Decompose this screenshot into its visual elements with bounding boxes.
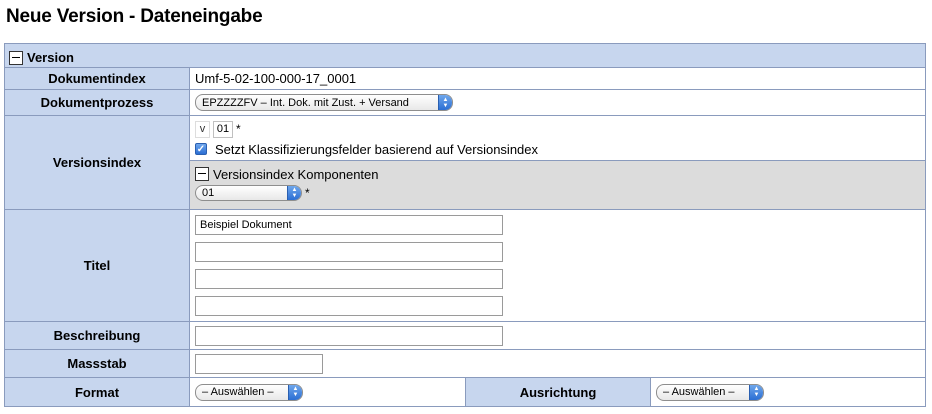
value-format: – Auswählen – ▲ ▼	[190, 378, 465, 406]
row-titel: Titel Beispiel Dokument	[5, 210, 925, 322]
versionsindex-prefix: v	[195, 120, 210, 138]
versionsindex-komponenten-panel: Versionsindex Komponenten 01 ▲ ▼ *	[190, 160, 925, 209]
komponenten-selected: 01	[202, 187, 215, 199]
label-dokumentprozess: Dokumentprozess	[5, 90, 190, 115]
row-massstab: Massstab	[5, 350, 925, 378]
checkbox-klassifizierung[interactable]: ✓	[195, 143, 207, 155]
titel-input-3[interactable]	[195, 268, 503, 289]
massstab-input[interactable]	[195, 353, 323, 374]
section-header-version[interactable]: Version	[5, 44, 925, 68]
beschreibung-input[interactable]	[195, 325, 503, 346]
row-beschreibung: Beschreibung	[5, 322, 925, 350]
format-selected: – Auswählen –	[202, 386, 274, 398]
required-mark: *	[305, 186, 310, 200]
komponenten-title: Versionsindex Komponenten	[213, 166, 379, 182]
label-ausrichtung: Ausrichtung	[465, 378, 651, 406]
format-select[interactable]: – Auswählen – ▲ ▼	[195, 383, 303, 401]
value-versionsindex: v 01 * ✓ Setzt Klassifizierungsfelder ba…	[190, 116, 925, 209]
versionsindex-checkbox-row: ✓ Setzt Klassifizierungsfelder basierend…	[190, 138, 925, 160]
komponenten-header[interactable]: Versionsindex Komponenten	[195, 164, 925, 184]
value-dokumentprozess: EPZZZZFV – Int. Dok. mit Zust. + Versand…	[190, 90, 925, 115]
select-arrows-icon: ▲ ▼	[749, 384, 763, 400]
value-beschreibung	[190, 322, 925, 349]
select-arrows-icon: ▲ ▼	[287, 186, 301, 200]
komponenten-select-row: 01 ▲ ▼ *	[195, 185, 925, 201]
titel-input-4[interactable]	[195, 295, 503, 316]
version-form: Version Dokumentindex Umf-5-02-100-000-1…	[4, 43, 926, 407]
row-dokumentindex: Dokumentindex Umf-5-02-100-000-17_0001	[5, 68, 925, 90]
label-titel: Titel	[5, 210, 190, 321]
dokumentprozess-select[interactable]: EPZZZZFV – Int. Dok. mit Zust. + Versand…	[195, 94, 453, 111]
label-versionsindex: Versionsindex	[5, 116, 190, 209]
label-beschreibung: Beschreibung	[5, 322, 190, 349]
page-title: Neue Version - Dateneingabe	[6, 6, 263, 27]
value-titel: Beispiel Dokument	[190, 210, 925, 321]
checkmark-icon: ✓	[196, 143, 206, 155]
select-arrows-icon: ▲ ▼	[438, 95, 452, 110]
collapse-icon[interactable]	[195, 167, 209, 181]
checkbox-klassifizierung-label: Setzt Klassifizierungsfelder basierend a…	[215, 141, 539, 157]
collapse-icon[interactable]	[9, 51, 23, 65]
komponenten-select[interactable]: 01 ▲ ▼	[195, 185, 302, 201]
select-arrows-icon: ▲ ▼	[288, 384, 302, 400]
label-dokumentindex: Dokumentindex	[5, 68, 190, 89]
titel-input-2[interactable]	[195, 242, 503, 263]
titel-input-1[interactable]: Beispiel Dokument	[195, 215, 503, 236]
dokumentprozess-selected: EPZZZZFV – Int. Dok. mit Zust. + Versand	[202, 96, 409, 109]
label-massstab: Massstab	[5, 350, 190, 377]
row-dokumentprozess: Dokumentprozess EPZZZZFV – Int. Dok. mit…	[5, 90, 925, 116]
row-format-ausrichtung: Format – Auswählen – ▲ ▼ Ausrichtung – Au…	[5, 378, 925, 406]
versionsindex-input-row: v 01 *	[190, 116, 925, 138]
section-title: Version	[27, 50, 74, 65]
value-dokumentindex: Umf-5-02-100-000-17_0001	[190, 68, 925, 89]
value-massstab	[190, 350, 925, 377]
value-ausrichtung: – Auswählen – ▲ ▼	[651, 378, 925, 406]
label-format: Format	[5, 378, 190, 406]
row-versionsindex: Versionsindex v 01 * ✓ Setzt Klassifizie…	[5, 116, 925, 210]
versionsindex-input[interactable]: 01	[213, 120, 233, 138]
ausrichtung-select[interactable]: – Auswählen – ▲ ▼	[656, 383, 764, 401]
required-mark: *	[236, 122, 241, 136]
ausrichtung-selected: – Auswählen –	[663, 386, 735, 398]
